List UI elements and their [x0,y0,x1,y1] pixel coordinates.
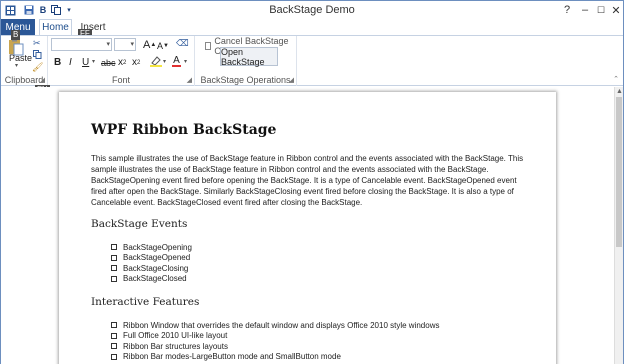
checkbox-box[interactable] [205,42,212,50]
subscript-button[interactable]: x2 [118,56,126,69]
backstage-events-heading: BackStage Events [91,218,188,230]
paste-button[interactable]: Paste [9,53,32,63]
close-button[interactable]: ✕ [607,2,624,18]
highlight-dropdown-icon[interactable]: ▾ [163,58,166,65]
list-item: Ribbon Bar structures layouts [111,341,439,352]
paste-dropdown-icon[interactable]: ▾ [15,62,18,69]
checkbox-bullet-icon [111,254,117,261]
grow-font-button[interactable]: A ▲ [143,38,156,51]
scroll-up-icon[interactable]: ▲ [616,88,623,95]
checkbox-bullet-icon [111,353,117,360]
list-item: BackStageClosed [111,274,192,285]
intro-paragraph: This sample illustrates the use of BackS… [91,154,524,207]
list-item: BackStageClosing [111,263,192,274]
tab-home[interactable]: Home [39,19,72,36]
superscript-button[interactable]: x2 [132,56,140,69]
clear-format-icon[interactable]: ⌫ [176,38,189,49]
bold-button[interactable]: B [54,56,61,69]
font-group-label: Font [111,75,130,85]
font-launcher-icon[interactable]: ◢ [187,76,192,84]
collapse-ribbon-icon[interactable]: ⌃ [613,75,619,83]
checkbox-bullet-icon [111,275,117,282]
underline-button[interactable]: U [82,56,89,69]
shrink-font-button[interactable]: A ▼ [157,39,169,52]
backstage-ops-group: Cancel BackStage Opening Open BackStage … [195,36,297,86]
interactive-features-heading: Interactive Features [91,296,200,308]
font-size-combo[interactable]: ▾ [114,38,136,51]
cut-icon[interactable]: ✂ [33,38,41,49]
ribbon-tabs: Menu Home Insert FF [1,19,623,39]
format-painter-icon[interactable]: 🖌 [32,62,43,73]
backstage-ops-group-label: BackStage Operations [200,75,291,85]
list-item: Ribbon Window that overrides the default… [111,320,439,331]
ribbon: B Paste ▾ ✂ 🖌 Clipboard ◢ ▾ ▾ A ▲ A ▼ ⌫ B … [1,30,623,86]
list-item: Ribbon Bar modes-LargeButton mode and Sm… [111,352,439,363]
interactive-features-list: Ribbon Window that overrides the default… [111,320,439,362]
clipboard-launcher-icon[interactable]: ◢ [40,76,45,84]
checkbox-bullet-icon [111,332,117,339]
italic-button[interactable]: I [69,56,72,69]
document-area: WPF Ribbon BackStage This sample illustr… [1,87,614,364]
font-family-combo[interactable]: ▾ [51,38,112,51]
checkbox-bullet-icon [111,244,117,251]
checkbox-bullet-icon [111,343,117,350]
checkbox-bullet-icon [111,265,117,272]
scroll-thumb[interactable] [616,97,622,247]
clipboard-group: B Paste ▾ ✂ 🖌 Clipboard ◢ [1,30,48,86]
keytip-b: B [11,30,21,40]
list-item: Full Office 2010 UI-like layout [111,331,439,342]
document-page: WPF Ribbon BackStage This sample illustr… [59,92,556,364]
open-backstage-button[interactable]: Open BackStage [220,47,278,67]
title-bar: B ▾ BackStage Demo ? – ☐ ✕ [1,1,623,19]
app-window: B ▾ BackStage Demo ? – ☐ ✕ Menu Home Ins… [0,0,624,364]
backstage-events-list: BackStageOpening BackStageOpened BackSta… [111,242,192,284]
checkbox-bullet-icon [111,322,117,329]
backstage-ops-launcher-icon[interactable]: ◢ [289,76,294,84]
help-button[interactable]: ? [558,2,576,18]
font-group: ▾ ▾ A ▲ A ▼ ⌫ B I U ▾ abc x2 x2 ▾ A ▾ Font… [48,36,195,86]
highlight-icon[interactable] [150,55,162,70]
document-title: WPF Ribbon BackStage [91,122,277,138]
window-title: BackStage Demo [269,4,355,16]
strikethrough-button[interactable]: abc [101,56,116,69]
font-color-button[interactable]: A [172,55,181,68]
list-item: BackStageOpened [111,253,192,264]
copy-small-icon[interactable] [33,50,42,62]
font-color-dropdown-icon[interactable]: ▾ [184,58,187,65]
list-item: BackStageOpening [111,242,192,253]
vertical-scrollbar[interactable]: ▲ [614,87,623,364]
underline-dropdown-icon[interactable]: ▾ [92,58,95,65]
